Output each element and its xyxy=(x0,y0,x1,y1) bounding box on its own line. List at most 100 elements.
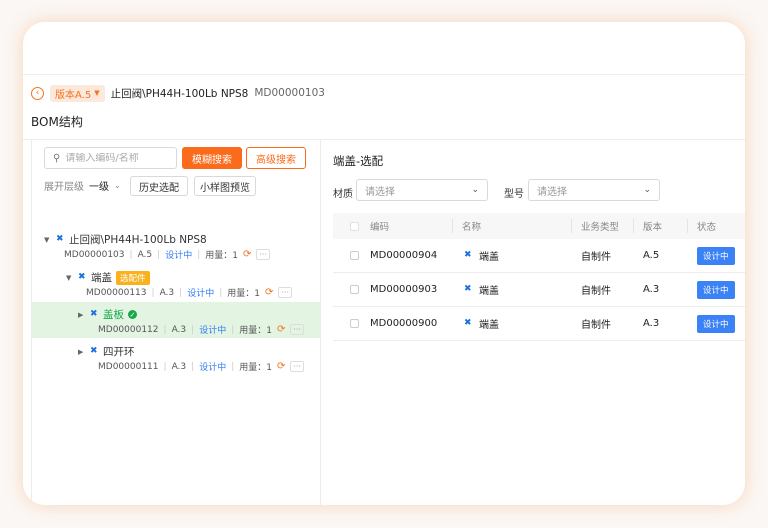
row-checkbox[interactable] xyxy=(350,319,359,328)
node-usage: 用量：1 xyxy=(239,363,272,373)
row-version: A.5 xyxy=(643,250,660,261)
material-select[interactable]: 请选择 ⌄ xyxy=(356,179,488,201)
row-type: 自制件 xyxy=(581,286,611,297)
material-icon: ✖ xyxy=(464,284,472,294)
chevron-down-icon: ⌄ xyxy=(471,185,479,195)
fuzzy-search-button[interactable]: 模糊搜索 xyxy=(182,147,242,169)
tree-node[interactable]: ▼ ✖ 止回阀\PH44H-100Lb NPS8 MD00000103 | A.… xyxy=(32,228,320,263)
node-status: 设计中 xyxy=(165,251,193,261)
expand-level-value: 一级 xyxy=(89,182,109,193)
model-select[interactable]: 请选择 ⌄ xyxy=(528,179,660,201)
option-table: 编码 名称 业务类型 版本 状态 MD00000904 ✖ 端盖 自制件 A.5 … xyxy=(333,213,745,341)
node-usage: 用量：1 xyxy=(239,326,272,336)
version-selector[interactable]: 版本A.5 ▼ xyxy=(50,84,105,102)
col-header: 编码 xyxy=(370,222,390,233)
material-icon: ✖ xyxy=(90,346,98,356)
material-icon: ✖ xyxy=(464,250,472,260)
col-header: 状态 xyxy=(697,222,717,233)
node-status: 设计中 xyxy=(187,289,215,299)
row-version: A.3 xyxy=(643,284,660,295)
node-code: MD00000103 xyxy=(64,249,125,260)
refresh-icon[interactable]: ⟳ xyxy=(243,249,251,260)
node-version: A.5 xyxy=(137,249,153,260)
node-version: A.3 xyxy=(171,361,187,372)
product-title: 止回阀\PH44H-100Lb NPS8 xyxy=(110,87,249,100)
check-circle-icon: ✓ xyxy=(128,310,137,319)
tree-node[interactable]: ▼ ✖ 端盖 选配件 MD00000113 | A.3 | 设计中 | 用量：1… xyxy=(32,266,320,302)
breadcrumb: ‹ 版本A.5 ▼ 止回阀\PH44H-100Lb NPS8 MD0000010… xyxy=(31,84,325,102)
node-name: 端盖 xyxy=(91,272,112,284)
app-card: ‹ 版本A.5 ▼ 止回阀\PH44H-100Lb NPS8 MD0000010… xyxy=(23,22,745,505)
top-bar xyxy=(23,22,745,75)
node-usage: 用量：1 xyxy=(205,251,238,261)
row-code: MD00000903 xyxy=(370,284,438,295)
col-header: 名称 xyxy=(462,222,482,233)
material-icon: ✖ xyxy=(56,234,64,244)
refresh-icon[interactable]: ⟳ xyxy=(265,287,273,298)
more-icon[interactable]: ··· xyxy=(278,287,293,298)
table-row[interactable]: MD00000900 ✖ 端盖 自制件 A.3 设计中 xyxy=(333,307,745,341)
node-name: 四开环 xyxy=(103,346,135,358)
thumbnail-preview-button[interactable]: 小样图预览 xyxy=(194,176,256,196)
node-name: 止回阀\PH44H-100Lb NPS8 xyxy=(69,234,207,246)
row-checkbox[interactable] xyxy=(350,251,359,260)
option-panel: 端盖-选配 材质 请选择 ⌄ 型号 请选择 ⌄ 编码 名称 业务类型 版本 状态 xyxy=(320,140,745,505)
tree-node[interactable]: ▶ ✖ 四开环 MD00000111 | A.3 | 设计中 | 用量：1 ⟳ … xyxy=(32,340,320,376)
row-type: 自制件 xyxy=(581,252,611,263)
select-all-checkbox[interactable] xyxy=(350,221,359,231)
section-title: BOM结构 xyxy=(31,115,83,129)
caret-right-icon[interactable]: ▶ xyxy=(78,311,86,319)
col-header: 业务类型 xyxy=(581,222,620,233)
more-icon[interactable]: ··· xyxy=(256,249,271,260)
refresh-icon[interactable]: ⟳ xyxy=(277,361,285,372)
status-badge: 设计中 xyxy=(697,246,735,265)
back-icon[interactable]: ‹ xyxy=(31,86,44,100)
col-header: 版本 xyxy=(643,222,663,233)
more-icon[interactable]: ··· xyxy=(290,361,305,372)
node-version: A.3 xyxy=(159,287,175,298)
chevron-down-icon: ⌄ xyxy=(114,181,121,190)
row-type: 自制件 xyxy=(581,320,611,331)
row-code: MD00000900 xyxy=(370,318,438,329)
search-input[interactable] xyxy=(65,152,166,164)
node-code: MD00000111 xyxy=(98,361,159,372)
chevron-down-icon: ⌄ xyxy=(643,185,651,195)
row-version: A.3 xyxy=(643,318,660,329)
row-name: 端盖 xyxy=(479,320,499,331)
table-row[interactable]: MD00000904 ✖ 端盖 自制件 A.5 设计中 xyxy=(333,239,745,273)
caret-down-icon[interactable]: ▼ xyxy=(66,274,74,282)
material-icon: ✖ xyxy=(90,309,98,319)
row-checkbox[interactable] xyxy=(350,285,359,294)
node-usage: 用量：1 xyxy=(227,289,260,299)
tree-node-selected[interactable]: ▶ ✖ 盖板 ✓ MD00000112 | A.3 | 设计中 | 用量：1 ⟳… xyxy=(32,302,320,338)
status-badge: 设计中 xyxy=(697,314,735,333)
row-code: MD00000904 xyxy=(370,250,438,261)
model-label: 型号 xyxy=(504,189,524,200)
row-name: 端盖 xyxy=(479,286,499,297)
caret-down-icon: ▼ xyxy=(94,89,100,97)
advanced-search-button[interactable]: 高级搜索 xyxy=(246,147,306,169)
product-code: MD00000103 xyxy=(254,87,325,99)
bom-tree-panel: ⚲ 模糊搜索 高级搜索 展开层级 一级 ⌄ 历史选配 小样图预览 ▼ ✖ 止回阀… xyxy=(31,140,321,505)
material-icon: ✖ xyxy=(78,272,86,282)
caret-down-icon[interactable]: ▼ xyxy=(44,236,52,244)
more-icon[interactable]: ··· xyxy=(290,324,305,335)
node-code: MD00000112 xyxy=(98,324,159,335)
table-row[interactable]: MD00000903 ✖ 端盖 自制件 A.3 设计中 xyxy=(333,273,745,307)
table-header: 编码 名称 业务类型 版本 状态 xyxy=(333,213,745,239)
status-badge: 设计中 xyxy=(697,280,735,299)
history-config-button[interactable]: 历史选配 xyxy=(130,176,188,196)
row-name: 端盖 xyxy=(479,252,499,263)
material-icon: ✖ xyxy=(464,318,472,328)
caret-right-icon[interactable]: ▶ xyxy=(78,348,86,356)
node-status: 设计中 xyxy=(199,363,227,373)
panel-title: 端盖-选配 xyxy=(333,154,384,168)
optional-part-tag: 选配件 xyxy=(116,270,150,285)
node-status: 设计中 xyxy=(199,326,227,336)
refresh-icon[interactable]: ⟳ xyxy=(277,324,285,335)
search-icon: ⚲ xyxy=(53,152,61,164)
node-name: 盖板 xyxy=(103,309,124,321)
search-box[interactable]: ⚲ xyxy=(44,147,177,169)
expand-level[interactable]: 展开层级 一级 ⌄ xyxy=(44,178,121,193)
node-version: A.3 xyxy=(171,324,187,335)
